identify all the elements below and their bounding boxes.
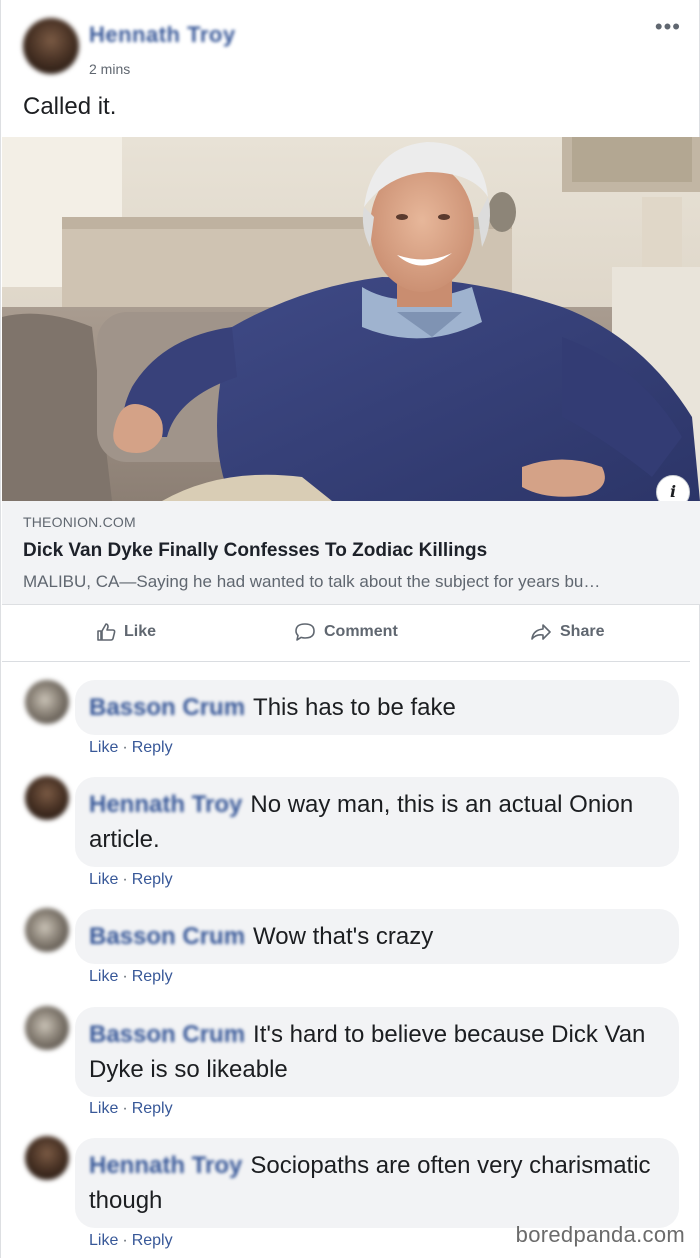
like-label: Like — [124, 623, 157, 640]
comment-actions: Like · Reply — [89, 1232, 173, 1249]
comment-reply-link[interactable]: Reply — [132, 739, 173, 756]
post-timestamp[interactable]: 2 mins — [89, 61, 130, 77]
comment-actions: Like · Reply — [89, 968, 173, 985]
info-icon[interactable]: i — [656, 475, 690, 501]
comment-actions: Like · Reply — [89, 739, 173, 756]
comment-reply-link[interactable]: Reply — [132, 968, 173, 985]
comment-actions: Like · Reply — [89, 1100, 173, 1117]
commenter-name[interactable]: Hennath Troy — [89, 1152, 242, 1179]
share-button[interactable]: Share — [530, 622, 604, 642]
commenter-avatar[interactable] — [25, 1136, 69, 1180]
comment-icon — [295, 623, 315, 641]
thumbs-up-icon — [97, 623, 116, 641]
link-description: MALIBU, CA—Saying he had wanted to talk … — [23, 572, 601, 591]
commenter-avatar[interactable] — [25, 908, 69, 952]
comment-bubble: Basson Crum This has to be fake — [75, 680, 679, 735]
link-preview[interactable]: THEONION.COM Dick Van Dyke Finally Confe… — [2, 501, 700, 605]
man-on-couch-photo — [2, 137, 700, 501]
comment-actions: Like · Reply — [89, 871, 173, 888]
watermark: boredpanda.com — [515, 1222, 685, 1247]
link-title[interactable]: Dick Van Dyke Finally Confesses To Zodia… — [23, 540, 487, 562]
comment-bubble: Basson Crum Wow that's crazy — [75, 909, 679, 964]
commenter-name[interactable]: Hennath Troy — [89, 791, 242, 818]
comment-like-link[interactable]: Like — [89, 1232, 118, 1249]
comment-text: Wow that's crazy — [253, 923, 434, 950]
more-options-icon[interactable]: ••• — [655, 14, 681, 40]
post-text: Called it. — [23, 93, 117, 120]
comment-like-link[interactable]: Like — [89, 1100, 118, 1117]
commenter-name[interactable]: Basson Crum — [89, 923, 245, 950]
commenter-avatar[interactable] — [25, 680, 69, 724]
comment-bubble: Basson Crum It's hard to believe because … — [75, 1007, 679, 1097]
comment-like-link[interactable]: Like — [89, 968, 118, 985]
facebook-post: Hennath Troy 2 mins ••• Called it. i THE… — [0, 0, 700, 1258]
comment-label: Comment — [324, 623, 398, 640]
commenter-name[interactable]: Basson Crum — [89, 1021, 245, 1048]
comment-text: This has to be fake — [253, 694, 456, 721]
comment-like-link[interactable]: Like — [89, 739, 118, 756]
comment-bubble: Hennath Troy No way man, this is an actua… — [75, 777, 679, 867]
commenter-avatar[interactable] — [25, 776, 69, 820]
link-preview-image[interactable]: i — [2, 137, 700, 501]
share-arrow-icon — [531, 624, 551, 640]
comment-bubble: Hennath Troy Sociopaths are often very ch… — [75, 1138, 679, 1228]
comment-button[interactable]: Comment — [294, 622, 398, 642]
post-action-bar: Like Comment Share — [2, 606, 690, 662]
commenter-name[interactable]: Basson Crum — [89, 694, 245, 721]
author-avatar[interactable] — [23, 18, 79, 74]
like-button[interactable]: Like — [96, 622, 156, 642]
share-label: Share — [560, 623, 605, 640]
comment-reply-link[interactable]: Reply — [132, 1232, 173, 1249]
commenter-avatar[interactable] — [25, 1006, 69, 1050]
link-domain: THEONION.COM — [23, 514, 136, 530]
author-name[interactable]: Hennath Troy — [89, 22, 236, 48]
comment-reply-link[interactable]: Reply — [132, 1100, 173, 1117]
comment-reply-link[interactable]: Reply — [132, 871, 173, 888]
comment-like-link[interactable]: Like — [89, 871, 118, 888]
